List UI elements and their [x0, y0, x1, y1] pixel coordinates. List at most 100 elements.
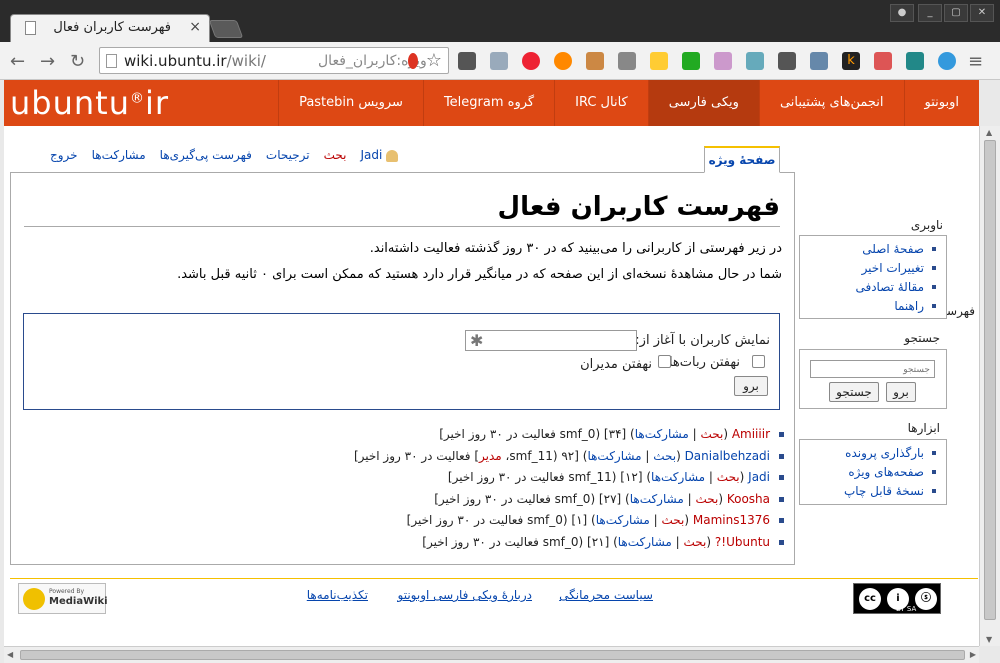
owl-icon[interactable] [586, 52, 604, 70]
user-talk-link[interactable]: بحث [653, 449, 676, 463]
user-contribs-link[interactable]: مشارکت‌ها [587, 449, 641, 463]
search-go-button[interactable]: برو [886, 382, 916, 402]
camera-icon[interactable] [746, 52, 764, 70]
address-bar[interactable]: wiki.ubuntu.ir/wiki/ ویژه:کاربران_فعال ☆ [99, 47, 449, 74]
url-text[interactable]: wiki.ubuntu.ir/wiki/ [124, 52, 266, 70]
tab-close-icon[interactable]: × [189, 19, 201, 35]
ladybug-icon[interactable] [522, 52, 540, 70]
user-link[interactable]: Jadi [360, 148, 382, 162]
search-button[interactable]: جستجو [829, 382, 879, 402]
k-icon[interactable]: k [842, 52, 860, 70]
sidebar-item-recent-changes[interactable]: تغییرات اخیر [806, 259, 936, 278]
reload-icon[interactable]: ↻ [70, 51, 85, 72]
vertical-scrollbar[interactable]: ▲ ▼ [979, 126, 1000, 646]
sidebar-item-label[interactable]: بارگذاری پرونده [845, 446, 924, 460]
filter-go-button[interactable]: برو [734, 376, 768, 396]
user-name-link[interactable]: Amiiiir [732, 427, 770, 441]
sidebar-item-label[interactable]: تغییرات اخیر [862, 261, 924, 275]
sidebar-item-random[interactable]: مقالهٔ تصادفی [806, 278, 936, 297]
talk-link[interactable]: بحث [324, 148, 347, 162]
record-icon[interactable] [408, 53, 418, 69]
scroll-right-icon[interactable]: ▶ [970, 650, 976, 659]
ubuntu-logo[interactable]: ubuntu®ir [10, 84, 169, 122]
orange-ring-icon[interactable] [554, 52, 572, 70]
nav-item-forums[interactable]: انجمن‌های پشتیبانی [758, 80, 904, 126]
ghost-icon[interactable] [714, 52, 732, 70]
watchlist-link[interactable]: فهرست پی‌گیری‌ها [160, 148, 252, 162]
maximize-button[interactable]: ▢ [944, 4, 968, 22]
scroll-up-icon[interactable]: ▲ [986, 128, 992, 137]
user-name-link[interactable]: Jadi [748, 470, 770, 484]
sidebar-item-label[interactable]: راهنما [894, 299, 924, 313]
vertical-scroll-thumb[interactable] [984, 140, 996, 620]
scroll-down-icon[interactable]: ▼ [986, 635, 992, 644]
personal-user[interactable]: Jadi [360, 148, 399, 162]
user-name-link[interactable]: Ubuntu!? [715, 535, 770, 549]
sidebar-item-label[interactable]: نسخهٔ قابل چاپ [844, 484, 924, 498]
user-talk-link[interactable]: بحث [700, 427, 723, 441]
user-talk-link[interactable]: بحث [695, 492, 718, 506]
search-input[interactable] [810, 360, 935, 378]
forward-arrow-icon[interactable]: → [40, 51, 55, 72]
back-arrow-icon[interactable]: ← [10, 51, 25, 72]
horizontal-scrollbar[interactable]: ◀ ▶ [4, 646, 979, 663]
sidebar-item-label[interactable]: مقالهٔ تصادفی [855, 280, 924, 294]
user-contribs-link[interactable]: مشارکت‌ها [635, 427, 689, 441]
user-contribs-link[interactable]: مشارکت‌ها [630, 492, 684, 506]
nav-item-irc[interactable]: کانال IRC [554, 80, 648, 126]
menu-icon[interactable]: ≡ [968, 51, 983, 72]
sidebar-item-label[interactable]: صفحه‌های ویژه [848, 465, 924, 479]
nav-item-wiki[interactable]: ویکی فارسی [647, 80, 759, 126]
hide-bots-checkbox[interactable] [752, 355, 765, 368]
user-talk-link[interactable]: بحث [684, 535, 707, 549]
nav-item-ubuntu[interactable]: اوبونتو [903, 80, 979, 126]
about-link[interactable]: دربارهٔ ویکی فارسی اوبونتو [398, 588, 533, 602]
sidebar-item-help[interactable]: راهنما [806, 297, 936, 316]
close-window-button[interactable]: ✕ [970, 4, 994, 22]
logout-link[interactable]: خروج [50, 148, 78, 162]
flower-icon[interactable] [650, 52, 668, 70]
new-tab-button[interactable] [208, 20, 244, 38]
film-icon[interactable] [618, 52, 636, 70]
user-talk-link[interactable]: بحث [661, 513, 684, 527]
wave-icon[interactable] [906, 52, 924, 70]
contributions-link[interactable]: مشارکت‌ها [92, 148, 146, 162]
sidebar-item-printable[interactable]: نسخهٔ قابل چاپ [806, 482, 936, 501]
user-name-link[interactable]: Koosha [727, 492, 770, 506]
sidebar-item-upload[interactable]: بارگذاری پرونده [806, 444, 936, 463]
disclaimers-link[interactable]: تکذیب‌نامه‌ها [307, 588, 368, 602]
start-from-input[interactable]: ✱ [465, 330, 637, 351]
minimize-button[interactable]: _ [918, 4, 942, 22]
share-icon[interactable] [778, 52, 796, 70]
user-contribs-link[interactable]: مشارکت‌ها [651, 470, 705, 484]
mediawiki-badge[interactable]: Powered By MediaWiki [18, 583, 108, 614]
user-name-link[interactable]: Danialbehzadi [685, 449, 770, 463]
user-icon[interactable]: ● [890, 4, 914, 22]
cloud-icon[interactable] [490, 52, 508, 70]
nav-item-telegram[interactable]: گروه Telegram [422, 80, 554, 126]
user-activity: [۱] (smf_0 فعالیت در ۳۰ روز اخیر] [406, 513, 592, 527]
tab-special-page[interactable]: صفحهٔ ویژه [704, 146, 780, 173]
privacy-link[interactable]: سیاست محرمانگی [559, 588, 653, 602]
user-talk-link[interactable]: بحث [717, 470, 740, 484]
check-circle-icon[interactable] [938, 52, 956, 70]
download-arrow-icon[interactable] [682, 52, 700, 70]
cc-license-badge[interactable]: cc i ⓢ BY SA [853, 583, 941, 614]
browser-tab[interactable]: فهرست کاربران فعال × [10, 14, 210, 42]
sidebar-item-label[interactable]: صفحهٔ اصلی [862, 242, 924, 256]
preferences-link[interactable]: ترجیحات [266, 148, 310, 162]
bookmark-star-icon[interactable]: ☆ [426, 50, 442, 71]
user-name-link[interactable]: Mamins1376 [693, 513, 770, 527]
hide-admins-checkbox[interactable] [658, 355, 671, 368]
pocket-icon[interactable] [458, 52, 476, 70]
user-contribs-link[interactable]: مشارکت‌ها [618, 535, 672, 549]
user-contribs-link[interactable]: مشارکت‌ها [596, 513, 650, 527]
scroll-left-icon[interactable]: ◀ [7, 650, 13, 659]
sidebar-item-special-pages[interactable]: صفحه‌های ویژه [806, 463, 936, 482]
search-magnifier-icon[interactable] [810, 52, 828, 70]
sidebar-item-main-page[interactable]: صفحهٔ اصلی [806, 240, 936, 259]
horizontal-scroll-thumb[interactable] [20, 650, 965, 660]
sa-icon: ⓢ [915, 588, 937, 610]
chat-icon[interactable] [874, 52, 892, 70]
nav-item-pastebin[interactable]: سرویس Pastebin [278, 80, 423, 126]
